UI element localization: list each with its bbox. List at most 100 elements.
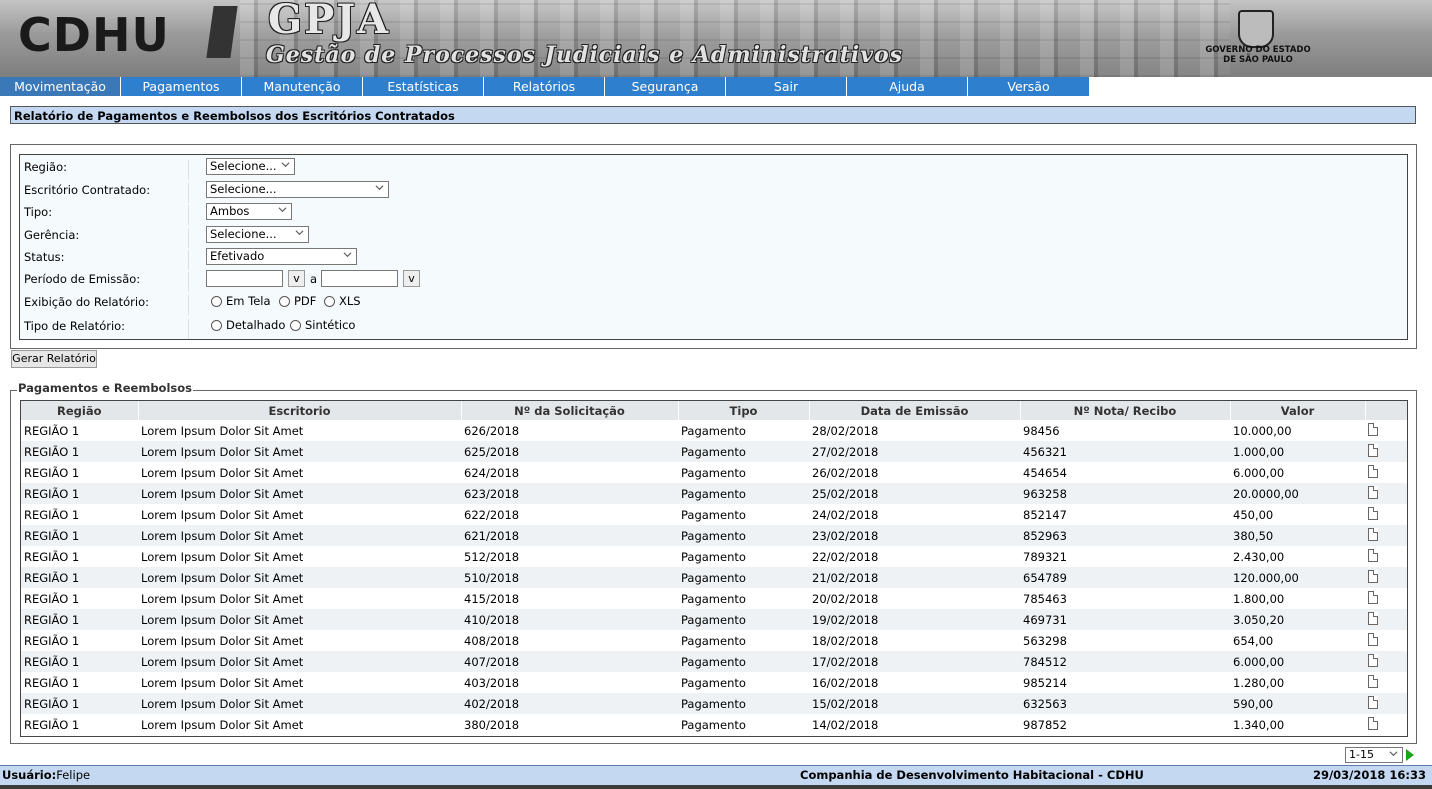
cell-valor: 450,00 <box>1230 504 1365 525</box>
label-periodo: Período de Emissão: <box>24 272 189 292</box>
cell-valor: 380,50 <box>1230 525 1365 546</box>
col-nota-recibo[interactable]: Nº Nota/ Recibo <box>1020 401 1231 420</box>
document-icon[interactable] <box>1368 695 1378 709</box>
table-row: REGIÃO 1 Lorem Ipsum Dolor Sit Amet 626/20… <box>21 420 1407 441</box>
chevron-down-icon <box>278 207 287 213</box>
select-status[interactable]: Efetivado <box>206 248 357 265</box>
cell-regiao: REGIÃO 1 <box>21 546 138 567</box>
menu-relatorios[interactable]: Relatórios <box>484 77 605 96</box>
radio-em-tela-label: Em Tela <box>226 294 271 308</box>
document-icon[interactable] <box>1368 611 1378 625</box>
cell-solicitacao: 626/2018 <box>461 420 678 441</box>
cell-regiao: REGIÃO 1 <box>21 651 138 672</box>
cell-data-emissao: 15/02/2018 <box>809 693 1020 714</box>
col-tipo[interactable]: Tipo <box>678 401 810 420</box>
menu-estatisticas[interactable]: Estatísticas <box>363 77 484 96</box>
cell-actions <box>1365 441 1407 462</box>
document-icon[interactable] <box>1368 485 1378 499</box>
menu-movimentacao[interactable]: Movimentação <box>0 77 121 96</box>
col-regiao[interactable]: Região <box>21 401 139 420</box>
cell-actions <box>1365 462 1407 483</box>
date-start-picker-button[interactable]: v <box>288 270 305 287</box>
cell-tipo: Pagamento <box>678 546 809 567</box>
label-gerencia: Gerência: <box>24 228 189 248</box>
cell-valor: 1.800,00 <box>1230 588 1365 609</box>
document-icon[interactable] <box>1368 653 1378 667</box>
generate-report-button[interactable]: Gerar Relatório <box>11 350 97 368</box>
radio-sintetico[interactable] <box>290 320 301 331</box>
label-regiao: Região: <box>24 160 189 180</box>
cell-regiao: REGIÃO 1 <box>21 420 138 441</box>
document-icon[interactable] <box>1368 716 1378 730</box>
table-row: REGIÃO 1 Lorem Ipsum Dolor Sit Amet 415/20… <box>21 588 1407 609</box>
page-select[interactable]: 1-15 <box>1345 747 1403 763</box>
label-escritorio: Escritório Contratado: <box>24 183 189 203</box>
select-escritorio[interactable]: Selecione... <box>206 181 389 198</box>
document-icon[interactable] <box>1368 674 1378 688</box>
results-legend: Pagamentos e Reembolsos <box>17 381 193 395</box>
cell-tipo: Pagamento <box>678 630 809 651</box>
table-row: REGIÃO 1 Lorem Ipsum Dolor Sit Amet 402/20… <box>21 693 1407 714</box>
radio-em-tela[interactable] <box>211 296 222 307</box>
cell-tipo: Pagamento <box>678 651 809 672</box>
table-row: REGIÃO 1 Lorem Ipsum Dolor Sit Amet 625/20… <box>21 441 1407 462</box>
date-end-input[interactable] <box>321 270 398 287</box>
cell-valor: 6.000,00 <box>1230 651 1365 672</box>
cell-data-emissao: 24/02/2018 <box>809 504 1020 525</box>
cell-actions <box>1365 630 1407 651</box>
cell-valor: 1.000,00 <box>1230 441 1365 462</box>
cell-nota-recibo: 654789 <box>1020 567 1230 588</box>
row-regiao: Região: Selecione... <box>20 156 1406 180</box>
select-regiao[interactable]: Selecione... <box>206 158 295 175</box>
cell-tipo: Pagamento <box>678 441 809 462</box>
menu-ajuda[interactable]: Ajuda <box>847 77 968 96</box>
document-icon[interactable] <box>1368 527 1378 541</box>
cell-solicitacao: 512/2018 <box>461 546 678 567</box>
table-row: REGIÃO 1 Lorem Ipsum Dolor Sit Amet 512/20… <box>21 546 1407 567</box>
col-data-emissao[interactable]: Data de Emissão <box>809 401 1021 420</box>
radio-detalhado[interactable] <box>211 320 222 331</box>
radio-xls[interactable] <box>324 296 335 307</box>
select-tipo[interactable]: Ambos <box>206 203 292 220</box>
menu-sair[interactable]: Sair <box>726 77 847 96</box>
document-icon[interactable] <box>1368 464 1378 478</box>
date-end-picker-button[interactable]: v <box>403 270 420 287</box>
document-icon[interactable] <box>1368 422 1378 436</box>
row-tipo: Tipo: Ambos <box>20 201 1406 225</box>
cell-tipo: Pagamento <box>678 504 809 525</box>
label-tipo-relatorio: Tipo de Relatório: <box>24 319 189 339</box>
col-valor[interactable]: Valor <box>1230 401 1366 420</box>
results-table: Região Escritorio Nº da Solicitação Tipo… <box>20 400 1408 737</box>
col-solicitacao[interactable]: Nº da Solicitação <box>461 401 679 420</box>
menu-manutencao[interactable]: Manutenção <box>242 77 363 96</box>
col-escritorio[interactable]: Escritorio <box>138 401 462 420</box>
cell-actions <box>1365 714 1407 735</box>
select-gerencia[interactable]: Selecione... <box>206 226 309 243</box>
menu-seguranca[interactable]: Segurança <box>605 77 726 96</box>
radio-pdf[interactable] <box>279 296 290 307</box>
document-icon[interactable] <box>1368 569 1378 583</box>
document-icon[interactable] <box>1368 590 1378 604</box>
cell-tipo: Pagamento <box>678 462 809 483</box>
cell-tipo: Pagamento <box>678 525 809 546</box>
page-title: Relatório de Pagamentos e Reembolsos dos… <box>10 106 1416 124</box>
document-icon[interactable] <box>1368 506 1378 520</box>
cell-escritorio: Lorem Ipsum Dolor Sit Amet <box>138 420 461 441</box>
date-start-input[interactable] <box>206 270 283 287</box>
app-subtitle: Gestão de Processos Judiciais e Administ… <box>266 42 904 68</box>
cell-solicitacao: 623/2018 <box>461 483 678 504</box>
cell-valor: 654,00 <box>1230 630 1365 651</box>
menu-pagamentos[interactable]: Pagamentos <box>121 77 242 96</box>
cell-data-emissao: 16/02/2018 <box>809 672 1020 693</box>
document-icon[interactable] <box>1368 548 1378 562</box>
chevron-down-icon <box>375 185 384 191</box>
cell-regiao: REGIÃO 1 <box>21 714 138 735</box>
cell-data-emissao: 22/02/2018 <box>809 546 1020 567</box>
cell-data-emissao: 28/02/2018 <box>809 420 1020 441</box>
document-icon[interactable] <box>1368 632 1378 646</box>
cell-escritorio: Lorem Ipsum Dolor Sit Amet <box>138 483 461 504</box>
table-row: REGIÃO 1 Lorem Ipsum Dolor Sit Amet 622/20… <box>21 504 1407 525</box>
document-icon[interactable] <box>1368 443 1378 457</box>
next-page-icon[interactable] <box>1406 749 1414 761</box>
menu-versao[interactable]: Versão <box>968 77 1090 96</box>
